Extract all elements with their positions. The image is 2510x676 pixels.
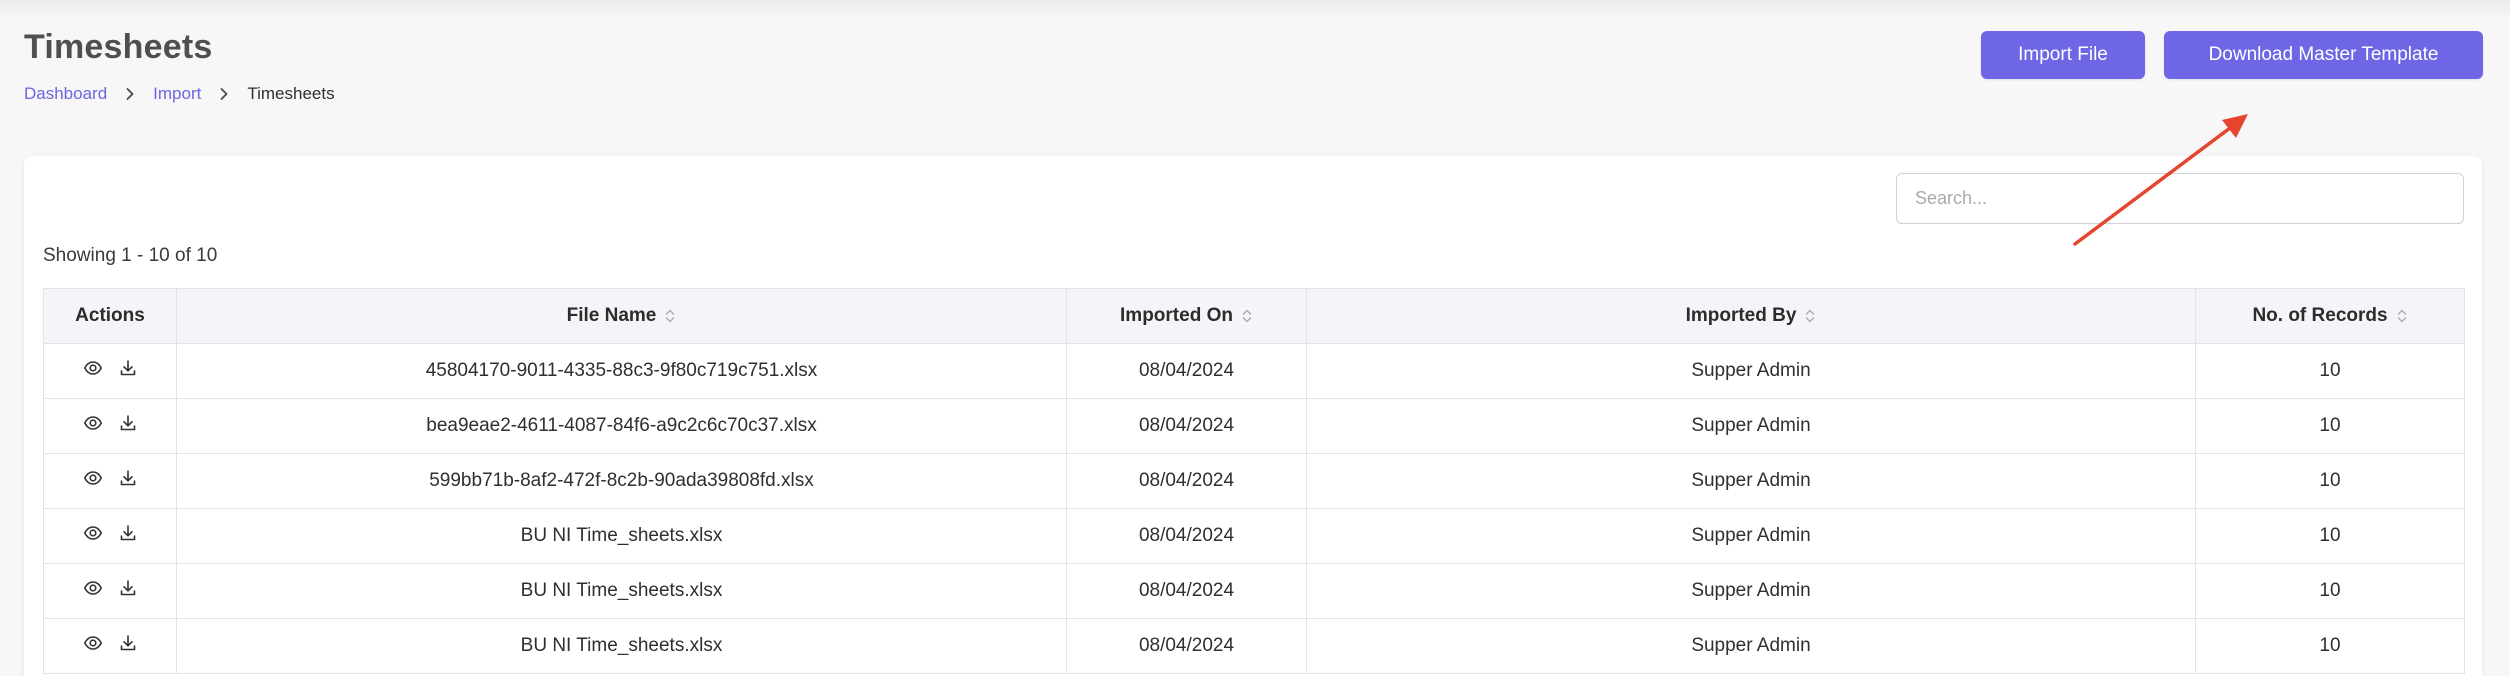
download-icon[interactable] [118, 523, 138, 543]
row-actions [43, 508, 177, 564]
download-icon[interactable] [118, 633, 138, 653]
cell-records: 10 [2195, 343, 2465, 399]
cell-imported-by: Supper Admin [1306, 398, 2196, 454]
column-header-actions: Actions [43, 288, 177, 344]
download-icon[interactable] [118, 413, 138, 433]
cell-records: 10 [2195, 398, 2465, 454]
eye-icon[interactable] [83, 578, 103, 598]
download-icon[interactable] [118, 358, 138, 378]
row-actions [43, 398, 177, 454]
row-actions [43, 343, 177, 399]
table-row: bea9eae2-4611-4087-84f6-a9c2c6c70c37.xls… [43, 398, 2465, 454]
chevron-right-icon [119, 83, 141, 105]
breadcrumb: Dashboard Import Timesheets [24, 83, 335, 105]
table-row: 599bb71b-8af2-472f-8c2b-90ada39808fd.xls… [43, 453, 2465, 509]
column-header-imported-by[interactable]: Imported By [1306, 288, 2196, 344]
eye-icon[interactable] [83, 358, 103, 378]
cell-records: 10 [2195, 453, 2465, 509]
search-input[interactable] [1896, 173, 2464, 224]
column-header-label: Actions [75, 305, 145, 326]
download-master-template-button[interactable]: Download Master Template [2164, 31, 2483, 79]
eye-icon[interactable] [83, 523, 103, 543]
cell-imported-by: Supper Admin [1306, 453, 2196, 509]
download-icon[interactable] [118, 578, 138, 598]
cell-imported-on: 08/04/2024 [1066, 563, 1307, 619]
table-row: BU NI Time_sheets.xlsx 08/04/2024 Supper… [43, 508, 2465, 564]
cell-imported-by: Supper Admin [1306, 618, 2196, 674]
cell-file-name: 599bb71b-8af2-472f-8c2b-90ada39808fd.xls… [176, 453, 1067, 509]
cell-imported-on: 08/04/2024 [1066, 508, 1307, 564]
cell-imported-on: 08/04/2024 [1066, 453, 1307, 509]
cell-file-name: BU NI Time_sheets.xlsx [176, 563, 1067, 619]
row-actions [43, 453, 177, 509]
imports-table: Actions File Name Imported On Imported B… [43, 288, 2465, 674]
cell-imported-by: Supper Admin [1306, 343, 2196, 399]
breadcrumb-dashboard[interactable]: Dashboard [24, 84, 107, 104]
page-title: Timesheets [24, 28, 213, 66]
table-row: BU NI Time_sheets.xlsx 08/04/2024 Supper… [43, 618, 2465, 674]
sort-icon[interactable] [664, 307, 676, 325]
eye-icon[interactable] [83, 633, 103, 653]
column-header-records[interactable]: No. of Records [2195, 288, 2465, 344]
sort-icon[interactable] [1241, 307, 1253, 325]
download-icon[interactable] [118, 468, 138, 488]
column-header-label: File Name [566, 305, 657, 326]
sort-icon[interactable] [2396, 307, 2408, 325]
cell-imported-by: Supper Admin [1306, 563, 2196, 619]
cell-imported-on: 08/04/2024 [1066, 618, 1307, 674]
column-header-file-name[interactable]: File Name [176, 288, 1067, 344]
breadcrumb-import[interactable]: Import [153, 84, 201, 104]
row-actions [43, 618, 177, 674]
cell-imported-on: 08/04/2024 [1066, 343, 1307, 399]
eye-icon[interactable] [83, 468, 103, 488]
table-row: 45804170-9011-4335-88c3-9f80c719c751.xls… [43, 343, 2465, 399]
showing-count: Showing 1 - 10 of 10 [43, 245, 218, 266]
cell-file-name: bea9eae2-4611-4087-84f6-a9c2c6c70c37.xls… [176, 398, 1067, 454]
table-row: BU NI Time_sheets.xlsx 08/04/2024 Supper… [43, 563, 2465, 619]
cell-file-name: 45804170-9011-4335-88c3-9f80c719c751.xls… [176, 343, 1067, 399]
column-header-label: Imported By [1685, 305, 1797, 326]
column-header-label: Imported On [1120, 305, 1233, 326]
cell-records: 10 [2195, 508, 2465, 564]
column-header-label: No. of Records [2252, 305, 2388, 326]
cell-imported-by: Supper Admin [1306, 508, 2196, 564]
imports-card: Showing 1 - 10 of 10 Actions File Name [24, 156, 2482, 676]
breadcrumb-current: Timesheets [247, 84, 335, 103]
column-header-imported-on[interactable]: Imported On [1066, 288, 1307, 344]
table-header-row: Actions File Name Imported On Imported B… [43, 288, 2465, 344]
cell-file-name: BU NI Time_sheets.xlsx [176, 508, 1067, 564]
cell-records: 10 [2195, 618, 2465, 674]
import-file-button[interactable]: Import File [1981, 31, 2145, 79]
eye-icon[interactable] [83, 413, 103, 433]
row-actions [43, 563, 177, 619]
top-shadow [0, 0, 2510, 20]
cell-records: 10 [2195, 563, 2465, 619]
sort-icon[interactable] [1804, 307, 1816, 325]
cell-file-name: BU NI Time_sheets.xlsx [176, 618, 1067, 674]
cell-imported-on: 08/04/2024 [1066, 398, 1307, 454]
chevron-right-icon [213, 83, 235, 105]
